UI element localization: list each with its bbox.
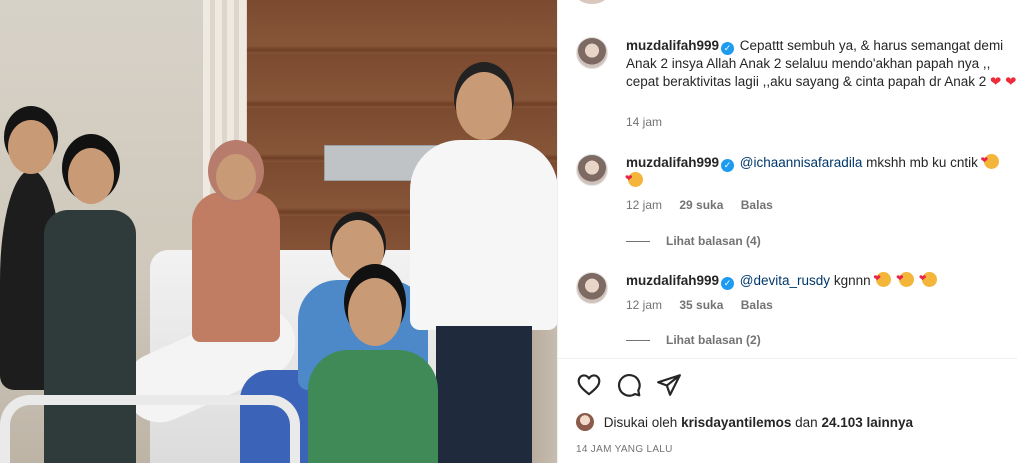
liked-by-prefix: Disukai oleh xyxy=(603,415,678,430)
comment-username[interactable]: muzdalifah999 xyxy=(626,155,719,170)
view-replies-button[interactable]: Lihat balasan (4) xyxy=(626,234,761,248)
photo-person xyxy=(308,278,438,463)
comment-time[interactable]: 12 jam xyxy=(626,198,662,212)
avatar[interactable] xyxy=(576,272,608,304)
smiling-face-hearts-icon xyxy=(625,169,643,187)
comment-meta: 12 jam 29 suka Balas xyxy=(626,198,787,212)
photo-person xyxy=(410,72,557,463)
photo-bed-rail xyxy=(0,395,300,463)
avatar[interactable] xyxy=(576,37,608,69)
comment-likes[interactable]: 29 suka xyxy=(679,198,723,212)
post-photo[interactable] xyxy=(0,0,557,463)
smiling-face-hearts-icon xyxy=(896,269,915,287)
liked-by-user[interactable]: krisdayantilemos xyxy=(681,415,791,430)
photo-person xyxy=(192,154,280,342)
comment-bubble-icon[interactable] xyxy=(616,372,642,398)
smiling-face-hearts-icon xyxy=(873,269,892,287)
comment-likes[interactable]: 35 suka xyxy=(679,298,723,312)
red-heart-icon: ❤ xyxy=(1005,74,1017,89)
comment-body: muzdalifah999 ✓ Cepattt sembuh ya, & haru… xyxy=(626,37,1017,91)
avatar[interactable] xyxy=(576,413,594,431)
heart-outline-icon[interactable] xyxy=(576,372,602,398)
comment-body: muzdalifah999 ✓ @devita_rusdy kgnnn xyxy=(626,269,1017,290)
post-timestamp[interactable]: 14 JAM YANG LALU xyxy=(576,444,673,455)
liked-by[interactable]: Disukai oleh krisdayantilemos dan 24.103… xyxy=(576,413,913,431)
reply-button[interactable]: Balas xyxy=(741,198,773,212)
comment-meta: 14 jam xyxy=(626,115,676,129)
avatar[interactable] xyxy=(576,0,608,4)
comment-text: kgnnn xyxy=(833,273,871,288)
smiling-face-hearts-icon xyxy=(981,151,999,169)
comment-body: muzdalifah999 ✓ @ichaannisafaradila mkshh… xyxy=(625,151,1017,190)
comment-username[interactable]: muzdalifah999 xyxy=(626,273,719,288)
comment-mention[interactable]: @devita_rusdy xyxy=(740,273,830,288)
view-replies-button[interactable]: Lihat balasan (2) xyxy=(626,333,761,347)
reply-button[interactable]: Balas xyxy=(741,298,773,312)
paper-plane-icon[interactable] xyxy=(656,372,682,398)
avatar[interactable] xyxy=(576,154,608,186)
comment-mention[interactable]: @ichaannisafaradila xyxy=(740,155,863,170)
likes-count[interactable]: 24.103 lainnya xyxy=(821,415,913,430)
comments-panel: muzdalifah999 ✓ Cepattt sembuh ya, & haru… xyxy=(557,0,1017,463)
comment-username[interactable]: muzdalifah999 xyxy=(626,38,719,53)
smiling-face-hearts-icon xyxy=(919,269,937,287)
comment-text: mkshh mb ku cntik xyxy=(866,155,978,170)
comment-time[interactable]: 12 jam xyxy=(626,298,662,312)
verified-badge-icon: ✓ xyxy=(721,159,735,172)
comment-meta: 12 jam 35 suka Balas xyxy=(626,298,787,312)
verified-badge-icon: ✓ xyxy=(721,277,735,290)
liked-by-connector: dan xyxy=(795,415,818,430)
comment-time[interactable]: 14 jam xyxy=(626,115,662,129)
red-heart-icon: ❤ xyxy=(990,74,1002,89)
verified-badge-icon: ✓ xyxy=(721,42,735,55)
divider xyxy=(558,358,1017,359)
